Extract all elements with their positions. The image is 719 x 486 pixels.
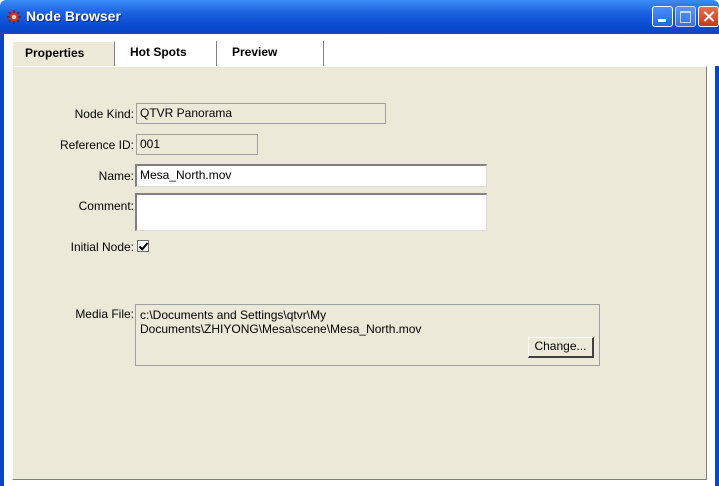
- media-file-path: c:\Documents and Settings\qtvr\My Docume…: [140, 308, 440, 336]
- minimize-button[interactable]: [652, 6, 673, 27]
- comment-label: Comment:: [78, 199, 134, 213]
- name-label: Name:: [98, 169, 134, 183]
- title-bar[interactable]: Node Browser: [0, 0, 719, 34]
- media-file-path-line1: c:\Documents and Settings\qtvr\My: [140, 308, 327, 322]
- tab-hot-spots[interactable]: Hot Spots: [118, 41, 217, 67]
- app-icon: [7, 10, 21, 24]
- node-kind-label: Node Kind:: [74, 107, 134, 121]
- comment-input[interactable]: [135, 193, 487, 231]
- node-browser-window: Node Browser Properties Hot Spots Previe…: [0, 0, 719, 486]
- initial-node-checkbox[interactable]: [137, 240, 149, 252]
- close-button[interactable]: [698, 6, 719, 27]
- maximize-button[interactable]: [675, 6, 696, 27]
- media-file-path-line2: Documents\ZHIYONG\Mesa\scene\Mesa_North.…: [140, 322, 422, 336]
- node-kind-field: QTVR Panorama: [136, 103, 386, 124]
- reference-id-field: 001: [136, 134, 258, 155]
- change-button[interactable]: Change...: [528, 337, 594, 358]
- tab-preview[interactable]: Preview: [220, 41, 324, 67]
- media-file-label: Media File:: [75, 307, 134, 321]
- window-title: Node Browser: [26, 8, 121, 24]
- tab-properties[interactable]: Properties: [12, 41, 115, 67]
- reference-id-label: Reference ID:: [59, 138, 134, 152]
- initial-node-label: Initial Node:: [70, 240, 134, 254]
- name-input[interactable]: Mesa_North.mov: [135, 164, 487, 187]
- properties-panel: [12, 66, 707, 480]
